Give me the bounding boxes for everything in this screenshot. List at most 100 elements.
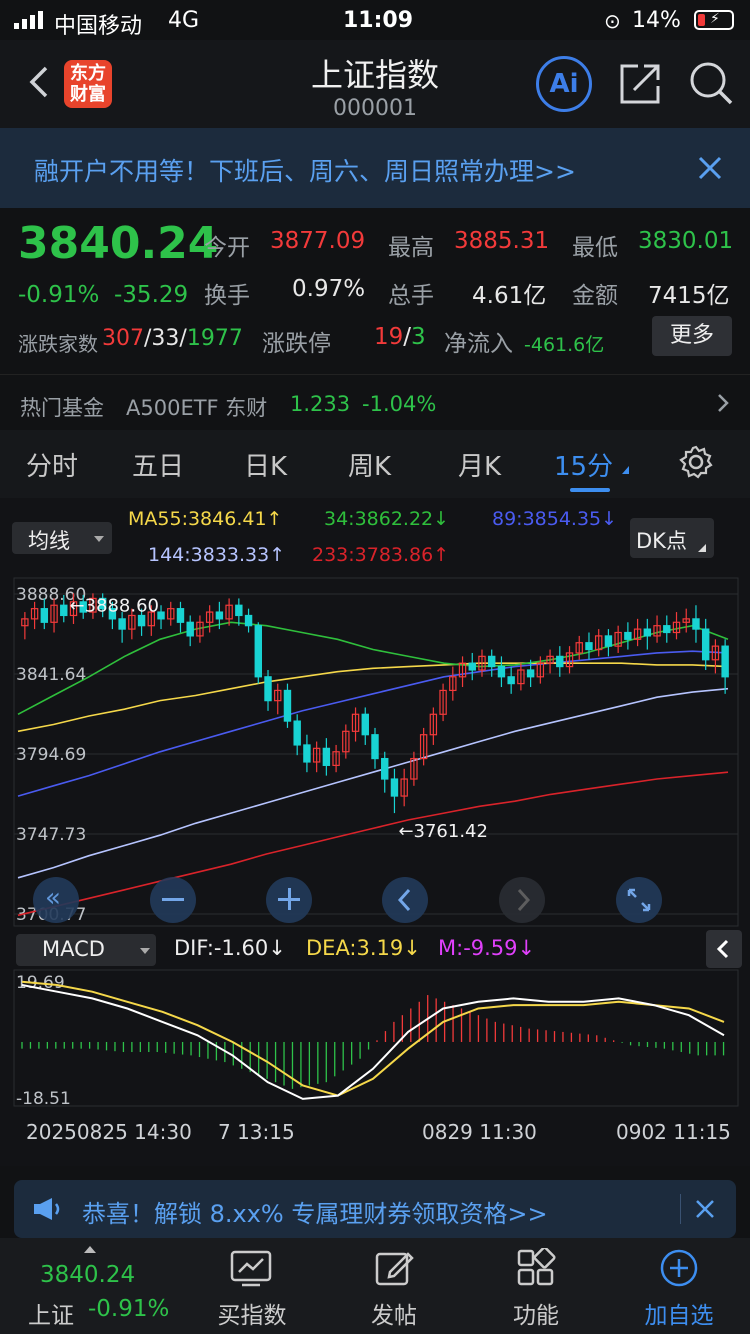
signal-icon	[14, 11, 48, 29]
volume-value: 4.61亿	[472, 283, 547, 309]
ma89-line	[17, 650, 729, 797]
amount-value: 7415亿	[648, 283, 730, 309]
candle-body	[497, 665, 506, 678]
candle-body	[40, 608, 49, 623]
tab-intraday[interactable]: 分时	[26, 446, 78, 483]
netflow-value: -461.6亿	[524, 334, 605, 356]
change-pct: -0.91%	[18, 282, 100, 308]
chart-trend-icon	[230, 1250, 272, 1287]
chevron-right-icon	[514, 887, 532, 917]
candle-body	[585, 642, 593, 651]
dif-legend: DIF:-1.60↓	[174, 936, 286, 960]
macd-frame	[13, 969, 739, 1107]
fullscreen-button[interactable]	[616, 877, 662, 923]
bottom-index-name: 上证	[28, 1303, 74, 1329]
chevron-right-icon	[716, 392, 730, 414]
zoom-in-button[interactable]	[266, 877, 312, 923]
tab-weekly-k[interactable]: 周K	[348, 446, 391, 483]
macd-selector[interactable]: MACD	[16, 934, 156, 966]
scroll-right-button[interactable]	[499, 877, 545, 923]
functions-button[interactable]: 功能	[484, 1238, 588, 1334]
network-text: 4G	[168, 8, 200, 33]
candle-body	[371, 734, 379, 760]
candle-body	[293, 720, 301, 746]
dropdown-icon	[140, 948, 150, 954]
amount-label: 金额	[572, 283, 618, 309]
x-axis-label-0: 20250825 14:30	[26, 1120, 192, 1144]
candle-body	[176, 608, 185, 623]
zoom-out-button[interactable]	[150, 877, 196, 923]
tab-15min[interactable]: 15分	[554, 446, 613, 483]
y-tick-label: 3841.64	[16, 665, 86, 685]
scroll-left-button[interactable]	[382, 877, 428, 923]
open-label: 今开	[204, 235, 250, 261]
high-label: 最高	[388, 235, 434, 261]
current-price: 3840.24	[18, 218, 219, 269]
candle-body	[556, 655, 564, 668]
candle-body	[254, 625, 262, 678]
candle-body	[507, 676, 515, 685]
candle-body	[186, 621, 194, 637]
chevron-left-icon	[716, 939, 729, 959]
y-tick-label: 3794.69	[16, 745, 86, 765]
share-icon[interactable]	[618, 60, 664, 106]
more-button[interactable]: 更多	[652, 316, 732, 356]
tab-underline	[570, 488, 610, 492]
nav-bar: 东方 财富 上证指数 000001 Ai	[0, 40, 750, 128]
candle-body	[624, 631, 632, 640]
x-axis-label-2: 0829 11:30	[422, 1120, 537, 1144]
candle-body	[60, 604, 68, 617]
hot-fund-row[interactable]: 热门基金 A500ETF 东财 1.233 -1.04%	[0, 380, 750, 428]
scroll-far-left-button[interactable]: «	[33, 877, 79, 923]
fund-label: 热门基金	[20, 396, 104, 420]
post-button[interactable]: 发帖	[342, 1238, 446, 1334]
ma55-legend: MA55:3846.41↑	[128, 508, 283, 530]
candle-body	[244, 614, 253, 627]
minus-icon	[162, 898, 184, 901]
add-watchlist-button[interactable]: 加自选	[626, 1238, 732, 1334]
ma144-legend: 144:3833.33↑	[148, 544, 286, 566]
chevron-left-icon	[396, 887, 414, 917]
candle-body	[118, 618, 126, 630]
account-banner[interactable]: 融开户不用等！下班后、周六、周日照常办理>>	[0, 128, 750, 208]
bottom-bar: 3840.24 上证 -0.91% 买指数 发帖 功能 加自选	[0, 1238, 750, 1334]
candle-body	[390, 778, 399, 797]
low-label: 最低	[572, 235, 618, 261]
dropdown-icon	[94, 536, 104, 542]
tab-daily-k[interactable]: 日K	[244, 446, 287, 483]
settings-gear-icon[interactable]	[678, 444, 714, 480]
turnover-value: 0.97%	[292, 276, 366, 302]
macd-chart[interactable]: 19.69-18.51	[0, 968, 750, 1112]
ai-button[interactable]: Ai	[536, 56, 592, 112]
low-value: 3830.01	[638, 228, 734, 254]
expand-icon	[626, 887, 652, 917]
close-icon[interactable]	[696, 154, 724, 182]
dropdown-triangle-icon	[622, 466, 629, 474]
low-annotation: ←3761.42	[398, 821, 488, 842]
ma55-line	[17, 662, 729, 733]
rotation-lock-icon: ⊙	[604, 9, 621, 33]
plus-circle-icon	[660, 1249, 698, 1287]
search-icon[interactable]	[688, 60, 734, 106]
candle-body	[701, 628, 710, 661]
candle-body	[303, 744, 311, 763]
tab-five-day[interactable]: 五日	[132, 446, 184, 483]
ma-selector[interactable]: 均线	[12, 522, 112, 554]
close-icon[interactable]	[694, 1198, 716, 1220]
status-bar: 中国移动 4G 11:09 ⊙ 14% ⚡	[0, 0, 750, 40]
dk-point-button[interactable]: DK点	[630, 518, 714, 558]
tab-monthly-k[interactable]: 月K	[458, 446, 501, 483]
ma89-legend: 89:3854.35↓	[492, 508, 618, 530]
kline-chart-area[interactable]: 均线 MA55:3846.41↑ 34:3862.22↓ 89:3854.35↓…	[0, 498, 750, 1166]
collapse-panel-button[interactable]	[706, 930, 742, 968]
fund-change: -1.04%	[362, 392, 437, 416]
buy-index-button[interactable]: 买指数	[200, 1238, 304, 1334]
candle-body	[663, 625, 671, 634]
battery-icon: ⚡	[694, 10, 734, 30]
carrier-text: 中国移动	[54, 14, 143, 39]
edit-icon	[375, 1252, 414, 1286]
promo-text: 恭喜！解锁 8.xx% 专属理财券领取资格>>	[82, 1200, 548, 1228]
period-tabs: 分时 五日 日K 周K 月K 15分	[0, 430, 750, 498]
promo-banner[interactable]: 恭喜！解锁 8.xx% 专属理财券领取资格>>	[14, 1180, 736, 1238]
megaphone-icon	[32, 1196, 64, 1222]
